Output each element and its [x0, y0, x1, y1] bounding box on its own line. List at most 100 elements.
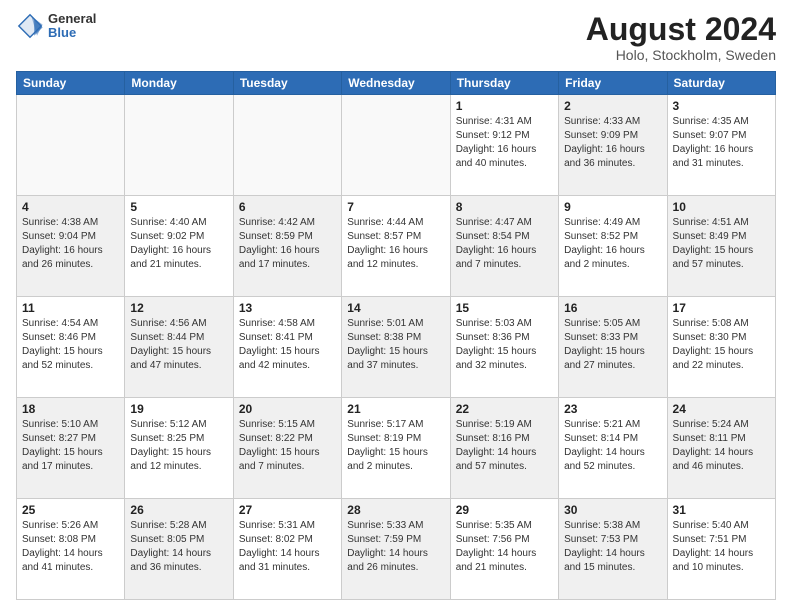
day-detail: Sunrise: 4:33 AM Sunset: 9:09 PM Dayligh… [564, 115, 661, 171]
day-number: 18 [22, 402, 119, 416]
day-detail: Sunrise: 5:35 AM Sunset: 7:56 PM Dayligh… [456, 519, 553, 575]
day-detail: Sunrise: 4:54 AM Sunset: 8:46 PM Dayligh… [22, 317, 119, 373]
day-detail: Sunrise: 5:15 AM Sunset: 8:22 PM Dayligh… [239, 418, 336, 474]
calendar-cell [233, 95, 341, 196]
day-detail: Sunrise: 4:40 AM Sunset: 9:02 PM Dayligh… [130, 216, 227, 272]
calendar-cell: 1Sunrise: 4:31 AM Sunset: 9:12 PM Daylig… [450, 95, 558, 196]
day-number: 4 [22, 200, 119, 214]
calendar-table: Sunday Monday Tuesday Wednesday Thursday… [16, 71, 776, 600]
day-number: 15 [456, 301, 553, 315]
calendar-week-5: 25 Sunrise: 5:26 AM Sunset: 8:08 PM Dayli… [17, 499, 776, 600]
day-number: 14 [347, 301, 444, 315]
calendar-cell: 16Sunrise: 5:05 AM Sunset: 8:33 PM Dayli… [559, 297, 667, 398]
calendar-cell: 18 Sunrise: 5:10 AM Sunset: 8:27 PM Dayli… [17, 398, 125, 499]
day-number: 25 [22, 503, 119, 517]
day-detail: Sunrise: 5:10 AM Sunset: 8:27 PM Dayligh… [22, 418, 119, 474]
logo: General Blue [16, 12, 96, 41]
calendar-week-1: 1Sunrise: 4:31 AM Sunset: 9:12 PM Daylig… [17, 95, 776, 196]
calendar-cell: 20 Sunrise: 5:15 AM Sunset: 8:22 PM Dayli… [233, 398, 341, 499]
day-detail: Sunrise: 4:51 AM Sunset: 8:49 PM Dayligh… [673, 216, 770, 272]
day-detail: Sunrise: 4:42 AM Sunset: 8:59 PM Dayligh… [239, 216, 336, 272]
day-number: 20 [239, 402, 336, 416]
calendar-cell: 30 Sunrise: 5:38 AM Sunset: 7:53 PM Dayli… [559, 499, 667, 600]
day-number: 10 [673, 200, 770, 214]
day-detail: Sunrise: 4:38 AM Sunset: 9:04 PM Dayligh… [22, 216, 119, 272]
day-detail: Sunrise: 5:19 AM Sunset: 8:16 PM Dayligh… [456, 418, 553, 474]
day-detail: Sunrise: 5:26 AM Sunset: 8:08 PM Dayligh… [22, 519, 119, 575]
day-detail: Sunrise: 5:24 AM Sunset: 8:11 PM Dayligh… [673, 418, 770, 474]
day-number: 19 [130, 402, 227, 416]
calendar-cell: 5 Sunrise: 4:40 AM Sunset: 9:02 PM Daylig… [125, 196, 233, 297]
calendar-cell [125, 95, 233, 196]
calendar-cell [17, 95, 125, 196]
day-number: 21 [347, 402, 444, 416]
calendar-cell: 15 Sunrise: 5:03 AM Sunset: 8:36 PM Dayli… [450, 297, 558, 398]
day-number: 28 [347, 503, 444, 517]
day-number: 30 [564, 503, 661, 517]
calendar-cell [342, 95, 450, 196]
calendar-cell: 19 Sunrise: 5:12 AM Sunset: 8:25 PM Dayli… [125, 398, 233, 499]
day-detail: Sunrise: 5:21 AM Sunset: 8:14 PM Dayligh… [564, 418, 661, 474]
calendar-week-2: 4 Sunrise: 4:38 AM Sunset: 9:04 PM Daylig… [17, 196, 776, 297]
calendar-cell: 8 Sunrise: 4:47 AM Sunset: 8:54 PM Daylig… [450, 196, 558, 297]
calendar-cell: 4 Sunrise: 4:38 AM Sunset: 9:04 PM Daylig… [17, 196, 125, 297]
day-detail: Sunrise: 5:17 AM Sunset: 8:19 PM Dayligh… [347, 418, 444, 474]
col-thursday: Thursday [450, 72, 558, 95]
calendar-cell: 24 Sunrise: 5:24 AM Sunset: 8:11 PM Dayli… [667, 398, 775, 499]
day-number: 5 [130, 200, 227, 214]
calendar-cell: 13 Sunrise: 4:58 AM Sunset: 8:41 PM Dayli… [233, 297, 341, 398]
day-number: 11 [22, 301, 119, 315]
day-detail: Sunrise: 5:40 AM Sunset: 7:51 PM Dayligh… [673, 519, 770, 575]
calendar-cell: 10 Sunrise: 4:51 AM Sunset: 8:49 PM Dayli… [667, 196, 775, 297]
day-detail: Sunrise: 5:31 AM Sunset: 8:02 PM Dayligh… [239, 519, 336, 575]
day-detail: Sunrise: 5:03 AM Sunset: 8:36 PM Dayligh… [456, 317, 553, 373]
col-saturday: Saturday [667, 72, 775, 95]
day-detail: Sunrise: 4:58 AM Sunset: 8:41 PM Dayligh… [239, 317, 336, 373]
title-area: August 2024 Holo, Stockholm, Sweden [586, 12, 776, 63]
day-number: 8 [456, 200, 553, 214]
calendar-week-3: 11 Sunrise: 4:54 AM Sunset: 8:46 PM Dayli… [17, 297, 776, 398]
calendar-cell: 14 Sunrise: 5:01 AM Sunset: 8:38 PM Dayli… [342, 297, 450, 398]
day-number: 31 [673, 503, 770, 517]
day-number: 1 [456, 99, 553, 113]
calendar-cell: 3Sunrise: 4:35 AM Sunset: 9:07 PM Daylig… [667, 95, 775, 196]
calendar-header-row: Sunday Monday Tuesday Wednesday Thursday… [17, 72, 776, 95]
page: General Blue August 2024 Holo, Stockholm… [0, 0, 792, 612]
calendar-cell: 17Sunrise: 5:08 AM Sunset: 8:30 PM Dayli… [667, 297, 775, 398]
day-number: 6 [239, 200, 336, 214]
col-tuesday: Tuesday [233, 72, 341, 95]
col-friday: Friday [559, 72, 667, 95]
day-number: 9 [564, 200, 661, 214]
calendar-cell: 12Sunrise: 4:56 AM Sunset: 8:44 PM Dayli… [125, 297, 233, 398]
day-number: 26 [130, 503, 227, 517]
header: General Blue August 2024 Holo, Stockholm… [16, 12, 776, 63]
day-detail: Sunrise: 5:33 AM Sunset: 7:59 PM Dayligh… [347, 519, 444, 575]
day-number: 7 [347, 200, 444, 214]
calendar-cell: 29Sunrise: 5:35 AM Sunset: 7:56 PM Dayli… [450, 499, 558, 600]
day-detail: Sunrise: 4:56 AM Sunset: 8:44 PM Dayligh… [130, 317, 227, 373]
day-detail: Sunrise: 5:01 AM Sunset: 8:38 PM Dayligh… [347, 317, 444, 373]
calendar-cell: 2 Sunrise: 4:33 AM Sunset: 9:09 PM Daylig… [559, 95, 667, 196]
calendar-cell: 22Sunrise: 5:19 AM Sunset: 8:16 PM Dayli… [450, 398, 558, 499]
col-wednesday: Wednesday [342, 72, 450, 95]
day-number: 24 [673, 402, 770, 416]
day-number: 2 [564, 99, 661, 113]
location: Holo, Stockholm, Sweden [586, 47, 776, 63]
day-detail: Sunrise: 4:47 AM Sunset: 8:54 PM Dayligh… [456, 216, 553, 272]
calendar-cell: 26Sunrise: 5:28 AM Sunset: 8:05 PM Dayli… [125, 499, 233, 600]
day-number: 17 [673, 301, 770, 315]
calendar-week-4: 18 Sunrise: 5:10 AM Sunset: 8:27 PM Dayli… [17, 398, 776, 499]
col-sunday: Sunday [17, 72, 125, 95]
logo-blue-text: Blue [48, 26, 96, 40]
day-number: 23 [564, 402, 661, 416]
calendar-cell: 28 Sunrise: 5:33 AM Sunset: 7:59 PM Dayli… [342, 499, 450, 600]
calendar-cell: 25 Sunrise: 5:26 AM Sunset: 8:08 PM Dayli… [17, 499, 125, 600]
day-number: 16 [564, 301, 661, 315]
day-detail: Sunrise: 5:38 AM Sunset: 7:53 PM Dayligh… [564, 519, 661, 575]
col-monday: Monday [125, 72, 233, 95]
calendar-cell: 31 Sunrise: 5:40 AM Sunset: 7:51 PM Dayli… [667, 499, 775, 600]
day-detail: Sunrise: 5:12 AM Sunset: 8:25 PM Dayligh… [130, 418, 227, 474]
day-detail: Sunrise: 4:35 AM Sunset: 9:07 PM Dayligh… [673, 115, 770, 171]
calendar-cell: 11 Sunrise: 4:54 AM Sunset: 8:46 PM Dayli… [17, 297, 125, 398]
day-number: 13 [239, 301, 336, 315]
